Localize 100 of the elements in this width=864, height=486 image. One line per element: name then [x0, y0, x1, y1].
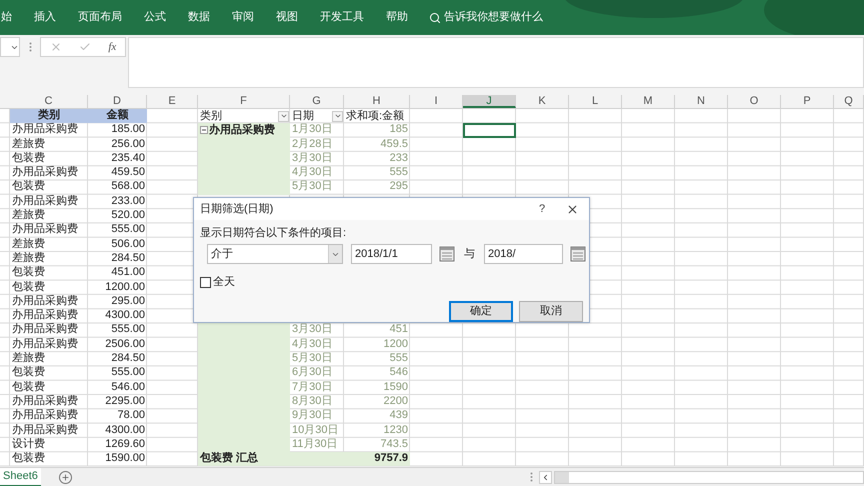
pivot-date-cell-text: 4月30日 [291, 338, 334, 352]
ribbon-tab[interactable]: 开发工具 [319, 7, 365, 28]
dialog-title: 日期筛选(日期) [200, 202, 274, 217]
column-header[interactable]: G [290, 95, 344, 108]
column-header[interactable]: F [198, 95, 290, 108]
table-cell-text: 包装费 [11, 452, 46, 466]
table-cell-text: 差旅费 [11, 138, 46, 152]
help-button[interactable]: ? [529, 200, 555, 218]
table-cell-text: 办用品采购费 [11, 323, 79, 338]
pivot-date-cell-text: 2月28日 [291, 138, 334, 152]
pivot-value-cell-text: 295 [388, 180, 409, 194]
pivot-total-label: 包装费 汇总 [198, 452, 290, 466]
condition-prompt: 显示日期符合以下条件的项目: [200, 227, 348, 240]
tell-me-search[interactable]: 告诉我你想要做什么 [429, 9, 543, 26]
table-cell-text: 235.40 [110, 152, 146, 166]
end-date-field[interactable]: 2018/ [484, 244, 563, 264]
pivot-value-cell-text: 233 [388, 152, 409, 166]
and-label: 与 [464, 246, 475, 262]
pivot-date-cell-text: 5月30日 [291, 352, 334, 366]
table-cell-text: 2295.00 [104, 394, 146, 409]
pivot-value-cell-text: 451 [388, 323, 409, 338]
pivot-value-cell-text: 439 [388, 409, 409, 424]
start-date-field[interactable]: 2018/1/1 [351, 244, 432, 264]
table-cell-text: 451.00 [110, 266, 146, 280]
pivot-date-cell-text: 3月30日 [291, 323, 334, 338]
ribbon-tab[interactable]: 始 [0, 7, 13, 28]
table-cell-text: 包装费 [11, 380, 46, 395]
table-cell-text: 包装费 [11, 280, 46, 295]
table-cell-text: 233.00 [110, 194, 146, 209]
sheet-tab[interactable]: Sheet6 [0, 468, 41, 486]
column-header[interactable]: K [516, 95, 569, 108]
pivot-date-cell-text: 5月30日 [291, 180, 334, 194]
table-cell-text: 1269.60 [104, 438, 146, 452]
table-cell-text: 办用品采购费 [11, 223, 79, 238]
table-cell-text: 办用品采购费 [11, 166, 79, 180]
ribbon-tab[interactable]: 插入 [33, 7, 57, 28]
pivot-date-cell-text: 10月30日 [291, 424, 340, 438]
table-cell-text: 555.00 [110, 323, 146, 338]
table-cell-text: 284.50 [110, 352, 146, 366]
ok-button[interactable]: 确定 [449, 300, 513, 322]
ribbon-tab[interactable]: 页面布局 [77, 7, 123, 28]
table-cell-text: 256.00 [110, 138, 146, 152]
pivot-value-cell-text: 1590 [382, 380, 409, 395]
table-cell-text: 包装费 [11, 180, 46, 194]
table-cell-text: 差旅费 [11, 352, 46, 366]
table-cell-text: 办用品采购费 [11, 338, 79, 352]
column-header[interactable]: L [569, 95, 622, 108]
pivot-group-label: 办用品采购费 [209, 124, 275, 137]
table-cell-text: 包装费 [11, 266, 46, 280]
table-cell-text: 包装费 [11, 152, 46, 166]
table-cell-text: 459.50 [110, 166, 146, 180]
ribbon-tab[interactable]: 数据 [187, 7, 211, 28]
pivot-value-cell-text: 1230 [382, 424, 409, 438]
table-cell-text: 520.00 [110, 209, 146, 224]
table-cell-text: 555.00 [110, 223, 146, 238]
table-cell-text: 差旅费 [11, 252, 46, 266]
table-cell-text: 办用品采购费 [11, 294, 79, 309]
column-header[interactable]: D [88, 95, 147, 108]
ribbon-tab[interactable]: 帮助 [385, 7, 409, 28]
table-cell-text: 506.00 [110, 238, 146, 252]
ribbon-tab[interactable]: 审阅 [231, 7, 255, 28]
checkbox-label: 全天 [213, 275, 235, 290]
column-header[interactable]: H [344, 95, 410, 108]
pivot-value-cell-text: 185 [388, 123, 409, 138]
column-header[interactable]: J [463, 95, 516, 108]
pivot-date-cell-text: 8月30日 [291, 394, 334, 409]
insert-function-button[interactable]: fx [108, 38, 116, 56]
column-header[interactable]: M [622, 95, 675, 108]
table-cell-text: 555.00 [110, 366, 146, 380]
column-header[interactable]: E [147, 95, 198, 108]
table-cell-text: 办用品采购费 [11, 123, 79, 138]
table-cell-text: 包装费 [11, 366, 46, 380]
table-cell-text: 1200.00 [104, 280, 146, 295]
column-header[interactable]: P [781, 95, 834, 108]
cancel-button[interactable]: 取消 [519, 300, 583, 322]
pivot-date-cell-text: 1月30日 [291, 123, 334, 138]
column-header[interactable]: N [675, 95, 728, 108]
column-header[interactable]: Q [834, 95, 864, 108]
table-cell-text: 差旅费 [11, 209, 46, 223]
pivot-value-cell-text: 2200 [382, 394, 409, 409]
column-header[interactable]: C [10, 95, 88, 108]
pivot-value-cell-text: 1200 [382, 338, 409, 352]
ribbon-tab[interactable]: 公式 [143, 7, 167, 28]
pivot-date-cell-text: 9月30日 [291, 409, 334, 424]
pivot-value-cell-text: 459.5 [379, 138, 409, 152]
pivot-date-cell-text: 3月30日 [291, 152, 334, 166]
pivot-value-cell-text: 546 [388, 366, 409, 380]
ribbon-tab[interactable]: 视图 [275, 7, 299, 28]
column-header[interactable]: O [728, 95, 781, 108]
table-cell-text: 办用品采购费 [11, 194, 79, 209]
table-cell-text: 568.00 [110, 180, 146, 194]
table-cell-text: 4300.00 [104, 309, 146, 324]
table-cell-text: 1590.00 [104, 452, 146, 466]
pivot-header: 类别 [199, 110, 223, 123]
pivot-date-cell-text: 6月30日 [291, 366, 334, 380]
table-cell-text: 284.50 [110, 252, 146, 266]
pivot-header: 求和项:金额 [345, 110, 406, 123]
operator-select[interactable]: 介于 [207, 244, 343, 264]
table-cell-text: 185.00 [110, 123, 146, 138]
pivot-date-cell-text: 11月30日 [291, 438, 339, 452]
